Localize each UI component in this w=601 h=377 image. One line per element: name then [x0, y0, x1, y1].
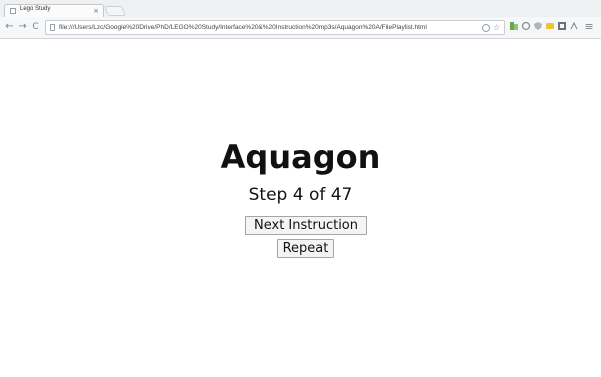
extension-green-icon[interactable] [509, 21, 519, 32]
repeat-button[interactable]: Repeat [277, 239, 334, 258]
extension-yellow-icon[interactable] [545, 21, 555, 32]
browser-toolbar: ← → C file:///Users/Lzc/Google%20Drive/P… [0, 17, 601, 39]
page-favicon-icon [10, 8, 16, 14]
omnibox-icons: ☆ [482, 22, 500, 33]
zoom-icon[interactable] [482, 23, 491, 32]
page-content: Aquagon Step 4 of 47 Next Instruction Re… [0, 39, 601, 377]
browser-window: Lego Study × ← → C file:///Users/Lzc/Goo… [0, 0, 601, 377]
bookmark-star-icon[interactable]: ☆ [493, 23, 500, 32]
extension-reader-icon[interactable] [569, 21, 579, 32]
menu-icon[interactable]: ≡ [584, 21, 594, 32]
back-arrow-icon[interactable]: ← [4, 21, 15, 33]
step-counter: Step 4 of 47 [248, 185, 353, 205]
tab-title: Lego Study [20, 6, 51, 12]
address-bar-url: file:///Users/Lzc/Google%20Drive/PhD/LEG… [59, 24, 427, 31]
tab-lego-study[interactable]: Lego Study × [4, 4, 104, 17]
page-title: Aquagon [220, 138, 381, 176]
next-instruction-button[interactable]: Next Instruction [245, 216, 367, 235]
new-tab-button[interactable] [104, 6, 126, 16]
reload-icon[interactable]: C [30, 21, 41, 33]
page-icon [50, 24, 55, 31]
address-bar[interactable]: file:///Users/Lzc/Google%20Drive/PhD/LEG… [45, 20, 505, 35]
extension-shield-icon[interactable] [533, 21, 543, 32]
extension-circle-icon[interactable] [521, 21, 531, 32]
tab-close-icon[interactable]: × [93, 6, 99, 16]
extension-puzzle-icon[interactable] [557, 21, 567, 32]
forward-arrow-icon[interactable]: → [17, 21, 28, 33]
tab-strip: Lego Study × [0, 0, 601, 17]
